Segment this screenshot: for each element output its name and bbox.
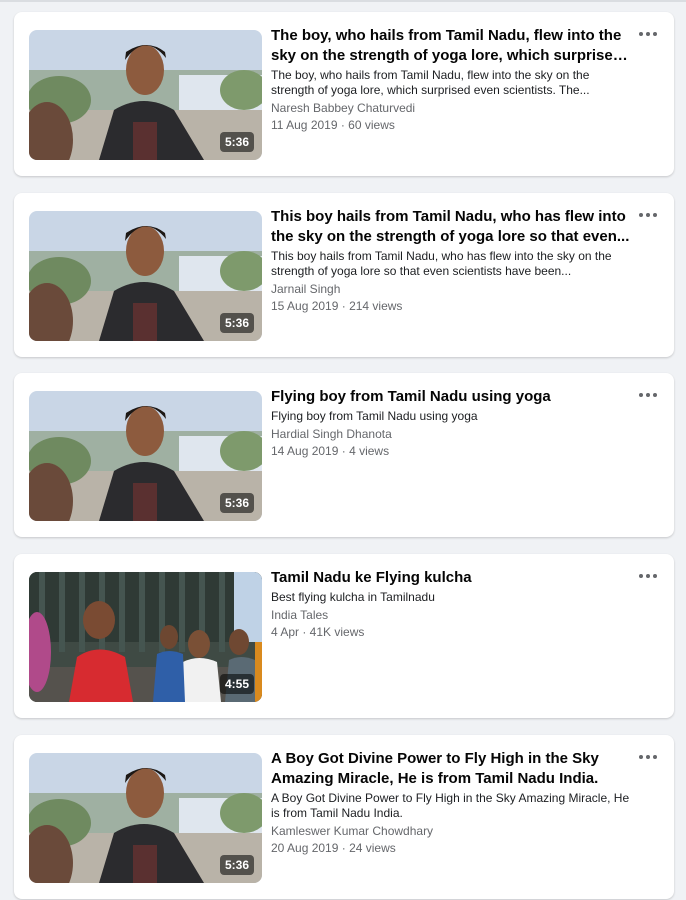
video-card: 5:36 The boy, who hails from Tamil Nadu,… [14, 12, 674, 176]
duration-badge: 4:55 [219, 674, 254, 694]
video-card: 5:36 A Boy Got Divine Power to Fly High … [14, 735, 674, 899]
video-title[interactable]: The boy, who hails from Tamil Nadu, flew… [271, 26, 633, 66]
video-title[interactable]: A Boy Got Divine Power to Fly High in th… [271, 749, 633, 789]
video-meta: 15 Aug 2019 · 214 views [271, 299, 403, 313]
more-options-icon[interactable] [636, 207, 660, 223]
video-thumbnail[interactable]: 5:36 [29, 753, 262, 883]
video-thumbnail[interactable]: 5:36 [29, 30, 262, 160]
video-info: This boy hails from Tamil Nadu, who has … [271, 207, 633, 315]
video-description: This boy hails from Tamil Nadu, who has … [271, 249, 612, 278]
video-meta: 20 Aug 2019 · 24 views [271, 841, 396, 855]
video-author[interactable]: India Tales [271, 607, 633, 624]
video-title[interactable]: This boy hails from Tamil Nadu, who has … [271, 207, 633, 247]
duration-badge: 5:36 [219, 493, 254, 513]
video-title[interactable]: Tamil Nadu ke Flying kulcha [271, 568, 633, 588]
video-card: 4:55 Tamil Nadu ke Flying kulcha Best fl… [14, 554, 674, 718]
video-info: Flying boy from Tamil Nadu using yoga Fl… [271, 387, 633, 460]
duration-badge: 5:36 [219, 855, 254, 875]
video-author[interactable]: Hardial Singh Dhanota [271, 426, 633, 443]
video-author[interactable]: Kamleswer Kumar Chowdhary [271, 823, 633, 840]
more-options-icon[interactable] [636, 387, 660, 403]
more-options-icon[interactable] [636, 749, 660, 765]
video-meta: 4 Apr · 41K views [271, 625, 365, 639]
video-description: Flying boy from Tamil Nadu using yoga [271, 409, 478, 423]
video-description: Best flying kulcha in Tamilnadu [271, 590, 435, 604]
video-info: Tamil Nadu ke Flying kulcha Best flying … [271, 568, 633, 641]
video-meta: 11 Aug 2019 · 60 views [271, 118, 395, 132]
duration-badge: 5:36 [219, 313, 254, 333]
duration-badge: 5:36 [219, 132, 254, 152]
video-author[interactable]: Jarnail Singh [271, 281, 633, 298]
video-card: 5:36 This boy hails from Tamil Nadu, who… [14, 193, 674, 357]
video-title[interactable]: Flying boy from Tamil Nadu using yoga [271, 387, 633, 407]
video-info: The boy, who hails from Tamil Nadu, flew… [271, 26, 633, 134]
video-thumbnail[interactable]: 5:36 [29, 391, 262, 521]
more-options-icon[interactable] [636, 568, 660, 584]
video-thumbnail[interactable]: 5:36 [29, 211, 262, 341]
more-options-icon[interactable] [636, 26, 660, 42]
video-card: 5:36 Flying boy from Tamil Nadu using yo… [14, 373, 674, 537]
video-description: A Boy Got Divine Power to Fly High in th… [271, 791, 630, 820]
video-description: The boy, who hails from Tamil Nadu, flew… [271, 68, 590, 97]
video-thumbnail[interactable]: 4:55 [29, 572, 262, 702]
video-author[interactable]: Naresh Babbey Chaturvedi [271, 100, 633, 117]
video-info: A Boy Got Divine Power to Fly High in th… [271, 749, 633, 857]
video-meta: 14 Aug 2019 · 4 views [271, 444, 390, 458]
top-divider [0, 0, 686, 2]
